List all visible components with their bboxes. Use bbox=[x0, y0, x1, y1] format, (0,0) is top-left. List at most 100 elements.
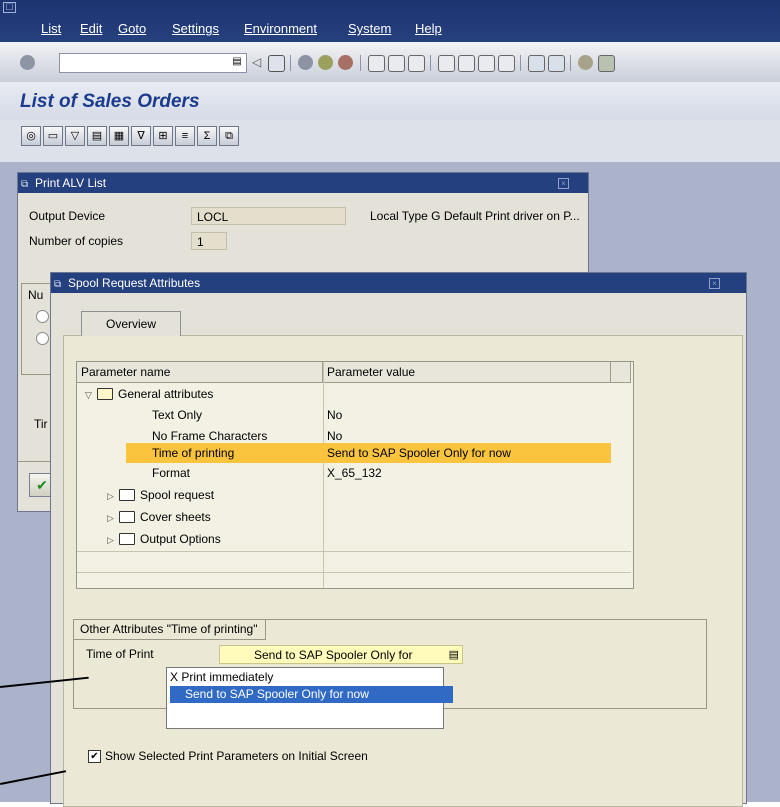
toolbar-separator bbox=[360, 55, 361, 71]
radio-button[interactable] bbox=[36, 310, 49, 323]
folder-icon bbox=[119, 532, 135, 545]
print-dialog-title-bar: ⧉ Print ALV List × bbox=[18, 173, 588, 193]
menu-settings[interactable]: Settings bbox=[172, 21, 219, 36]
menu-goto[interactable]: Goto bbox=[118, 21, 146, 36]
number-of-copies-label: Number of copies bbox=[29, 234, 124, 248]
param-value-text-only[interactable]: No bbox=[327, 405, 342, 426]
exit-icon[interactable] bbox=[318, 55, 333, 70]
command-field[interactable] bbox=[59, 53, 247, 73]
tree-node-cover-sheets[interactable]: ▷ Cover sheets bbox=[107, 507, 211, 528]
export-icon[interactable]: ▤ bbox=[87, 126, 107, 146]
checkbox-checked-icon[interactable]: ✔ bbox=[88, 750, 101, 764]
set-filter-icon[interactable]: ∇ bbox=[131, 126, 151, 146]
previous-page-icon[interactable] bbox=[458, 55, 475, 72]
folder-icon bbox=[119, 510, 135, 523]
command-history-icon[interactable]: ▤ bbox=[232, 55, 242, 68]
param-value-time-of-printing[interactable]: Send to SAP Spooler Only for now bbox=[327, 443, 511, 464]
details-icon[interactable]: ◎ bbox=[21, 126, 41, 146]
menu-list[interactable]: List bbox=[41, 21, 61, 36]
row-divider bbox=[77, 572, 631, 573]
system-menu-icon[interactable]: ☐ bbox=[3, 2, 16, 13]
show-params-label: Show Selected Print Parameters on Initia… bbox=[105, 749, 368, 763]
page-title: List of Sales Orders bbox=[20, 91, 200, 112]
time-label-partial: Tir bbox=[34, 417, 48, 431]
tree-node-label: Output Options bbox=[140, 532, 221, 546]
first-page-icon[interactable] bbox=[438, 55, 455, 72]
menu-system[interactable]: System bbox=[348, 21, 391, 36]
time-of-print-select[interactable]: Send to SAP Spooler Only for ▤ bbox=[219, 645, 463, 664]
next-page-icon[interactable] bbox=[478, 55, 495, 72]
menu-help[interactable]: Help bbox=[415, 21, 442, 36]
layout-menu-icon[interactable] bbox=[598, 55, 615, 72]
collapsed-triangle-icon[interactable]: ▷ bbox=[107, 530, 119, 551]
radio-button[interactable] bbox=[36, 332, 49, 345]
time-of-print-label: Time of Print bbox=[86, 647, 154, 661]
layout-icon[interactable]: ⧉ bbox=[219, 126, 239, 146]
number-of-copies-field[interactable]: 1 bbox=[191, 232, 227, 250]
back-icon[interactable] bbox=[298, 55, 313, 70]
tree-node-label: General attributes bbox=[118, 387, 214, 401]
tree-node-spool-request[interactable]: ▷ Spool request bbox=[107, 485, 214, 506]
row-divider bbox=[77, 551, 631, 552]
close-icon[interactable]: × bbox=[558, 178, 569, 189]
toolbar-separator bbox=[430, 55, 431, 71]
print-icon[interactable] bbox=[368, 55, 385, 72]
other-attributes-legend: Other Attributes "Time of printing" bbox=[74, 620, 267, 640]
show-params-checkbox-row[interactable]: ✔ Show Selected Print Parameters on Initi… bbox=[88, 749, 368, 764]
tab-overview[interactable]: Overview bbox=[81, 311, 181, 336]
menu-environment[interactable]: Environment bbox=[244, 21, 317, 36]
spool-request-dialog: ⧉ Spool Request Attributes × Overview Par… bbox=[50, 272, 747, 807]
tree-node-general-attributes[interactable]: ▽ General attributes bbox=[85, 384, 213, 405]
dropdown-option-print-immediately[interactable]: X Print immediately bbox=[170, 669, 273, 686]
output-device-field[interactable]: LOCL bbox=[191, 207, 346, 225]
add-icon[interactable]: ⊞ bbox=[153, 126, 173, 146]
help-icon[interactable] bbox=[578, 55, 593, 70]
close-icon[interactable]: × bbox=[709, 278, 720, 289]
enter-icon[interactable] bbox=[20, 55, 35, 70]
dropdown-option-send-to-spooler[interactable]: Send to SAP Spooler Only for now bbox=[170, 686, 453, 703]
param-value-format[interactable]: X_65_132 bbox=[327, 463, 382, 484]
find-icon[interactable] bbox=[388, 55, 405, 72]
collapsed-triangle-icon[interactable]: ▷ bbox=[107, 486, 119, 507]
cancel-icon[interactable] bbox=[338, 55, 353, 70]
tree-node-label: Spool request bbox=[140, 488, 215, 502]
expanded-triangle-icon[interactable]: ▽ bbox=[85, 385, 97, 406]
column-header-parameter-name[interactable]: Parameter name bbox=[77, 362, 323, 383]
shortcut-icon[interactable] bbox=[548, 55, 565, 72]
dropdown-icon[interactable]: ▤ bbox=[449, 646, 459, 665]
param-name-format[interactable]: Format bbox=[152, 463, 190, 484]
toolbar-separator bbox=[570, 55, 571, 71]
last-page-icon[interactable] bbox=[498, 55, 515, 72]
spreadsheet-icon[interactable]: ▦ bbox=[109, 126, 129, 146]
find-next-icon[interactable] bbox=[408, 55, 425, 72]
time-of-print-dropdown: X Print immediately Send to SAP Spooler … bbox=[166, 667, 453, 729]
subtotal-icon[interactable]: ≡ bbox=[175, 126, 195, 146]
print-preview-icon[interactable]: ▭ bbox=[43, 126, 63, 146]
time-of-print-value: Send to SAP Spooler Only for bbox=[254, 648, 413, 662]
column-divider bbox=[323, 362, 324, 588]
application-toolbar: ◎ ▭ ▽ ▤ ▦ ∇ ⊞ ≡ Σ ⧉ bbox=[0, 120, 780, 162]
filter-icon[interactable]: ▽ bbox=[65, 126, 85, 146]
number-pages-label: Nu bbox=[28, 288, 44, 302]
menu-edit[interactable]: Edit bbox=[80, 21, 102, 36]
new-session-icon[interactable] bbox=[528, 55, 545, 72]
save-icon[interactable] bbox=[268, 55, 285, 72]
toolbar-separator bbox=[520, 55, 521, 71]
sum-icon[interactable]: Σ bbox=[197, 126, 217, 146]
param-name-time-of-printing[interactable]: Time of printing bbox=[152, 443, 234, 464]
spool-dialog-title: Spool Request Attributes bbox=[68, 276, 201, 290]
tree-node-output-options[interactable]: ▷ Output Options bbox=[107, 529, 221, 550]
window-icon: ⧉ bbox=[54, 279, 62, 290]
menu-bar: ☐ List Edit Goto Settings Environment Sy… bbox=[0, 0, 780, 42]
param-name-text-only[interactable]: Text Only bbox=[152, 405, 202, 426]
spool-dialog-title-bar: ⧉ Spool Request Attributes × bbox=[51, 273, 746, 293]
toolbar-separator bbox=[290, 55, 291, 71]
output-device-label: Output Device bbox=[29, 209, 106, 223]
column-header-parameter-value[interactable]: Parameter value bbox=[323, 362, 611, 383]
tree-node-label: Cover sheets bbox=[140, 510, 211, 524]
print-dialog-title: Print ALV List bbox=[35, 176, 107, 190]
parameter-table: Parameter name Parameter value ▽ General … bbox=[76, 361, 634, 589]
window-icon: ⧉ bbox=[21, 179, 29, 190]
arrow-left-icon[interactable]: ◁ bbox=[252, 55, 262, 70]
collapsed-triangle-icon[interactable]: ▷ bbox=[107, 508, 119, 529]
